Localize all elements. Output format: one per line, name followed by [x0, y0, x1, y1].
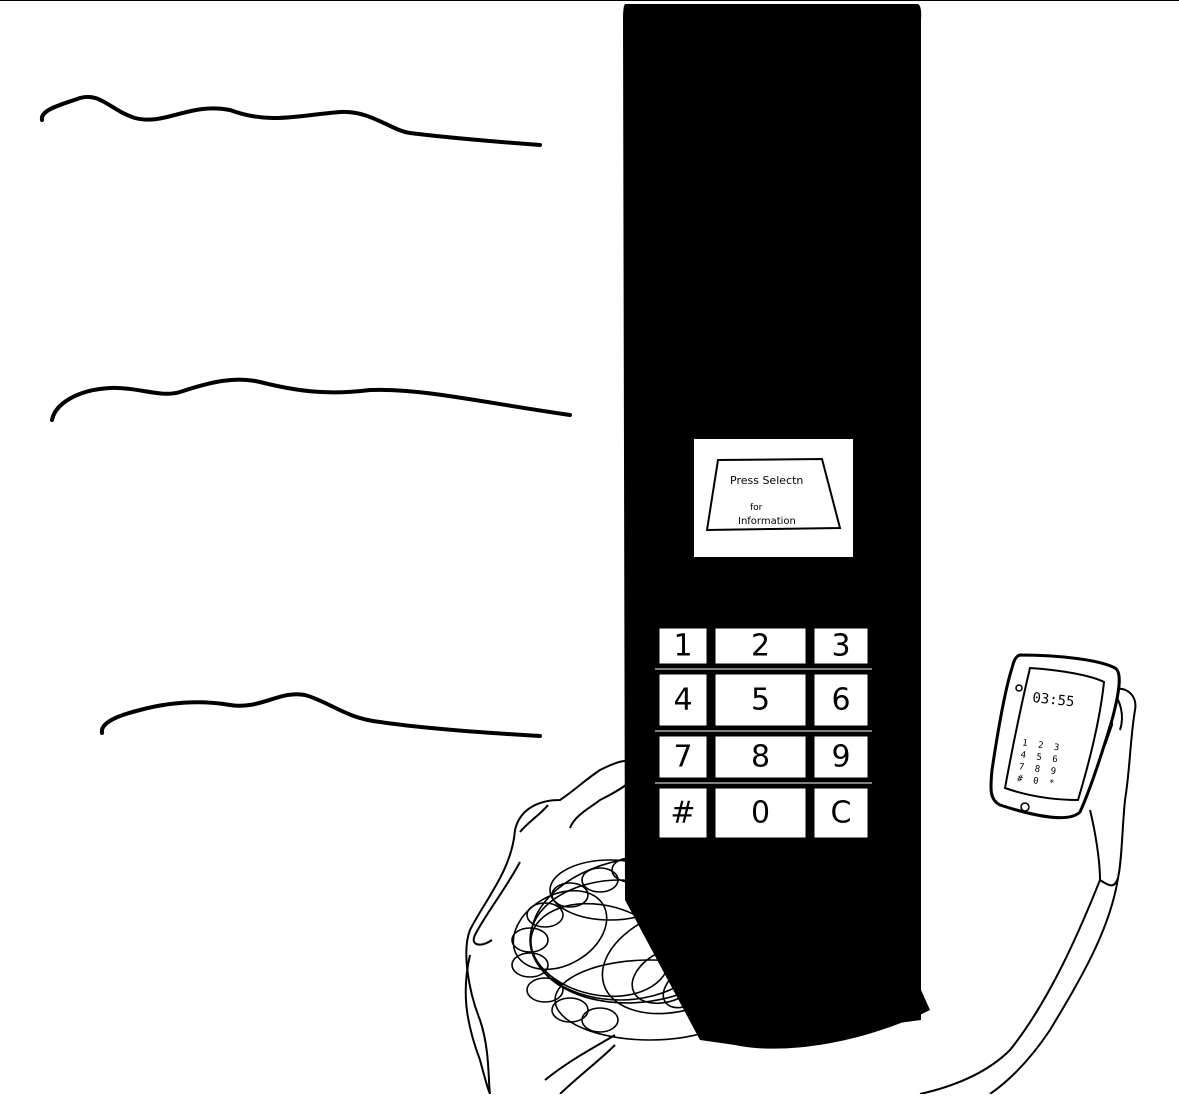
keypad-key-label: 4	[673, 683, 692, 718]
keypad-key-6[interactable]: 6	[809, 669, 873, 731]
handheld-phone: 03:55 1 2 34 5 67 8 9# 0 *	[989, 653, 1121, 820]
keypad-key-3[interactable]: 3	[809, 623, 873, 669]
keypad-key-label: 8	[751, 740, 770, 775]
keypad-key-c[interactable]: C	[809, 783, 873, 843]
keypad-key-0[interactable]: 0	[710, 783, 811, 843]
placeholder-scribble-line-2	[50, 377, 572, 422]
keypad-key-label: 3	[831, 629, 850, 664]
info-screen: Press Selectn for Information	[694, 439, 853, 557]
keypad-key-label: 9	[831, 740, 850, 775]
left-hand-drawing	[464, 760, 641, 1095]
keypad-key-label: 1	[673, 629, 692, 664]
keypad-key-9[interactable]: 9	[809, 731, 873, 783]
keypad-key-4[interactable]: 4	[654, 669, 712, 731]
keypad-key-label: 7	[673, 740, 692, 775]
screen-line-2: for	[750, 503, 763, 513]
keypad-key-label: C	[831, 796, 852, 831]
keypad-key-label: 5	[751, 683, 770, 718]
keypad-key-1[interactable]: 1	[654, 623, 712, 669]
screen-line-1: Press Selectn	[730, 474, 803, 487]
keypad-key-label: 2	[751, 629, 770, 664]
placeholder-scribble-line-3	[99, 692, 542, 738]
keypad-key-label: 6	[831, 683, 850, 718]
keypad-key-7[interactable]: 7	[654, 731, 712, 783]
keypad-key-label: #	[670, 796, 695, 831]
sketch-scene: Press Selectn for Information 1 2 3 4 5 6 7 8 9 #…	[0, 0, 1179, 1095]
keypad: 1 2 3 4 5 6 7 8 9 # 0 C	[654, 623, 873, 843]
keypad-key-hash[interactable]: #	[654, 783, 712, 843]
keypad-key-label: 0	[751, 796, 770, 831]
keypad-key-5[interactable]: 5	[710, 669, 811, 731]
screen-line-3: Information	[738, 516, 796, 527]
keypad-key-2[interactable]: 2	[710, 623, 811, 669]
placeholder-scribble-line-1	[39, 94, 542, 147]
keypad-key-8[interactable]: 8	[710, 731, 811, 783]
